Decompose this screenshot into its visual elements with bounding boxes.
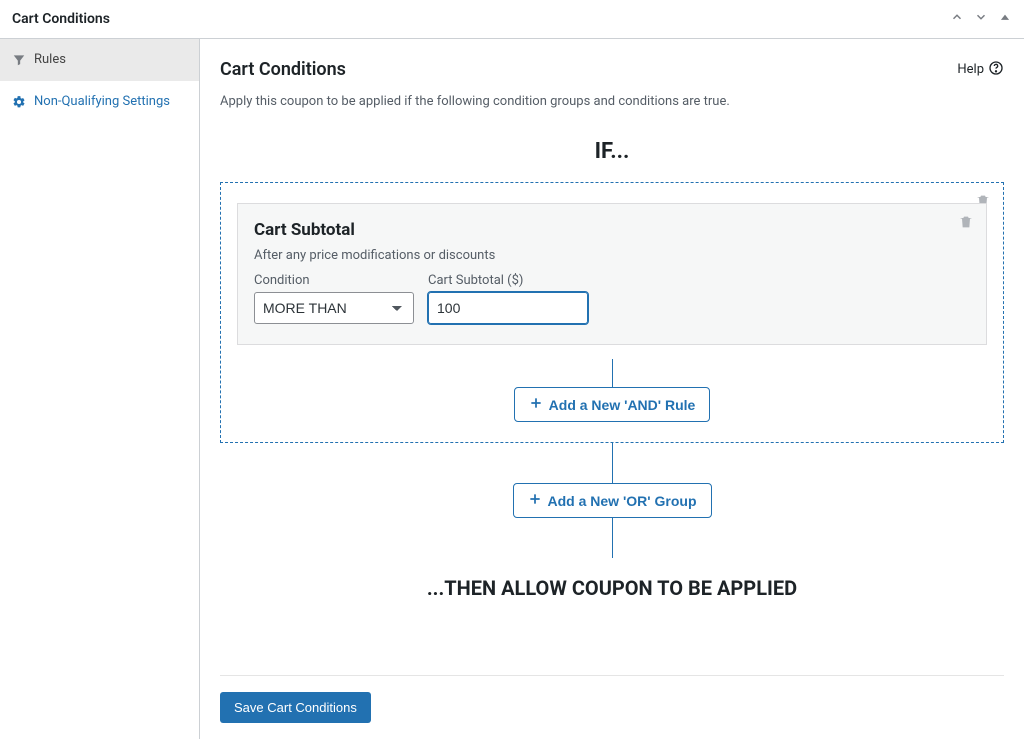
- content-description: Apply this coupon to be applied if the f…: [220, 94, 1004, 109]
- add-and-rule-button[interactable]: Add a New 'AND' Rule: [514, 387, 711, 422]
- connector-line: [612, 518, 613, 558]
- collapse-toggle-icon[interactable]: [998, 10, 1012, 28]
- content-header: Cart Conditions Help: [220, 59, 1004, 80]
- gear-icon: [12, 95, 26, 109]
- help-label: Help: [957, 62, 984, 77]
- condition-group: Cart Subtotal After any price modificati…: [220, 182, 1004, 443]
- move-up-icon[interactable]: [950, 10, 964, 28]
- help-icon: [988, 60, 1004, 80]
- if-heading: IF...: [220, 139, 1004, 164]
- subtotal-field: Cart Subtotal ($): [428, 273, 588, 324]
- content-area: Cart Conditions Help Apply this coupon t…: [200, 39, 1024, 739]
- rule-box: Cart Subtotal After any price modificati…: [237, 203, 987, 345]
- trash-icon: [958, 219, 974, 234]
- rule-form-row: Condition MORE THAN Cart Subtotal ($): [254, 273, 970, 324]
- subtotal-input[interactable]: [428, 292, 588, 324]
- panel-header: Cart Conditions: [0, 0, 1024, 39]
- or-connector: Add a New 'OR' Group: [220, 443, 1004, 558]
- sidebar-item-label: Non-Qualifying Settings: [34, 93, 170, 111]
- condition-select[interactable]: MORE THAN: [254, 292, 414, 324]
- plus-icon: [529, 396, 543, 413]
- subtotal-label: Cart Subtotal ($): [428, 273, 588, 288]
- sidebar-item-rules[interactable]: Rules: [0, 39, 199, 81]
- help-link[interactable]: Help: [957, 60, 1004, 80]
- panel-title: Cart Conditions: [12, 11, 110, 27]
- delete-rule-button[interactable]: [958, 214, 974, 234]
- connector-line: [612, 359, 613, 387]
- filter-icon: [12, 53, 26, 67]
- rule-title: Cart Subtotal: [254, 220, 970, 240]
- add-and-label: Add a New 'AND' Rule: [549, 397, 696, 413]
- panel-body: Rules Non-Qualifying Settings Cart Condi…: [0, 39, 1024, 739]
- content-footer: Save Cart Conditions: [220, 675, 1004, 723]
- content-title: Cart Conditions: [220, 59, 346, 80]
- sidebar-item-non-qualifying[interactable]: Non-Qualifying Settings: [0, 81, 199, 123]
- plus-icon: [528, 492, 542, 509]
- sidebar-item-label: Rules: [34, 51, 66, 69]
- add-or-label: Add a New 'OR' Group: [548, 493, 697, 509]
- and-connector: Add a New 'AND' Rule: [237, 359, 987, 422]
- condition-field: Condition MORE THAN: [254, 273, 414, 324]
- panel-controls: [950, 10, 1012, 28]
- then-heading: ...THEN ALLOW COUPON TO BE APPLIED: [220, 576, 1004, 600]
- save-button[interactable]: Save Cart Conditions: [220, 692, 371, 723]
- rule-subtitle: After any price modifications or discoun…: [254, 248, 970, 263]
- condition-label: Condition: [254, 273, 414, 288]
- cart-conditions-panel: Cart Conditions Rules: [0, 0, 1024, 739]
- sidebar: Rules Non-Qualifying Settings: [0, 39, 200, 739]
- add-or-group-button[interactable]: Add a New 'OR' Group: [513, 483, 712, 518]
- move-down-icon[interactable]: [974, 10, 988, 28]
- connector-line: [612, 443, 613, 483]
